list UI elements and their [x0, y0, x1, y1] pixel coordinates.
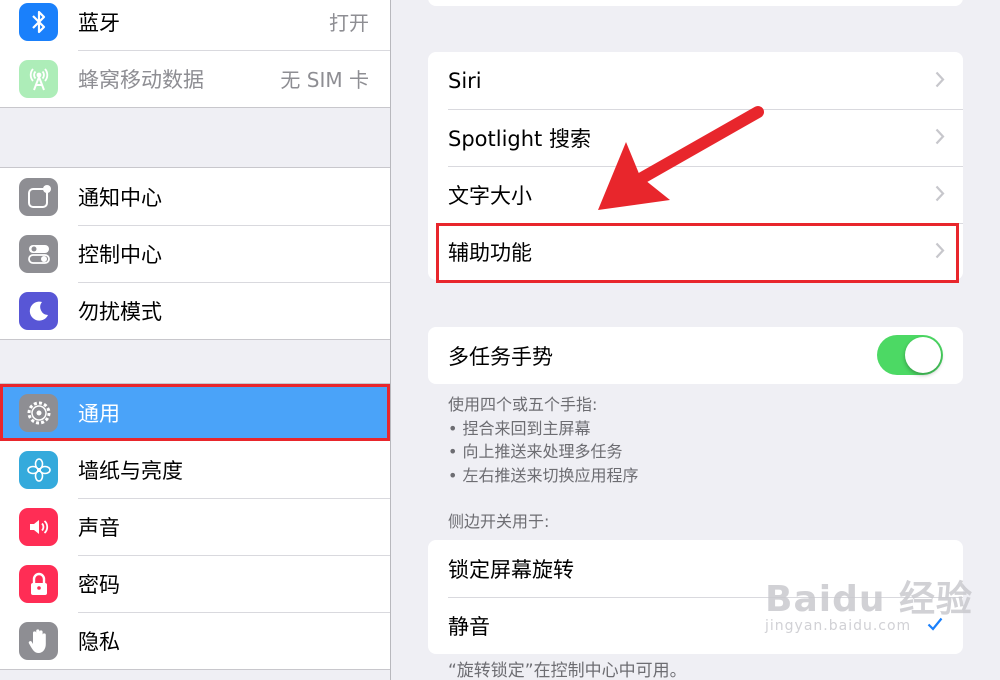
sidebar-item-wallpaper[interactable]: 墙纸与亮度 — [0, 441, 390, 498]
row-label: 多任务手势 — [448, 344, 553, 369]
multitasking-toggle[interactable] — [877, 335, 943, 375]
sidebar-item-general[interactable]: 通用 — [0, 384, 390, 441]
row-label: 辅助功能 — [448, 240, 532, 265]
rotation-lock-note: “旋转锁定”在控制中心中可用。 — [448, 661, 687, 680]
speaker-icon — [19, 508, 58, 546]
hand-icon — [19, 622, 58, 660]
sidebar-group-connectivity: 蓝牙 打开 蜂窝移动数据 无 SIM 卡 — [0, 0, 390, 108]
sidebar-item-label: 控制中心 — [78, 242, 162, 267]
cellular-status: 无 SIM 卡 — [280, 68, 369, 92]
baidu-watermark: Baidu 经验 jingyan.baidu.com — [765, 570, 973, 634]
note-line: • 左右推送来切换应用程序 — [448, 465, 639, 485]
chevron-right-icon — [935, 128, 945, 145]
row-label: Spotlight 搜索 — [448, 126, 591, 151]
sidebar-item-label: 蓝牙 — [78, 10, 120, 35]
row-multitasking-gestures: 多任务手势 — [428, 327, 963, 384]
sidebar-item-cellular[interactable]: 蜂窝移动数据 无 SIM 卡 — [0, 50, 390, 107]
cellular-icon — [19, 60, 58, 98]
row-label: 静音 — [448, 614, 490, 639]
sidebar-item-label: 隐私 — [78, 629, 120, 654]
notification-center-icon — [19, 178, 58, 216]
control-center-icon — [19, 235, 58, 273]
detail-group-multitasking: 多任务手势 — [428, 327, 963, 384]
toggle-knob — [905, 337, 941, 373]
sidebar-item-do-not-disturb[interactable]: 勿扰模式 — [0, 282, 390, 339]
watermark-main: Baidu 经验 — [765, 579, 974, 620]
sidebar-item-label: 蜂窝移动数据 — [78, 67, 204, 92]
row-label: Siri — [448, 68, 482, 93]
chevron-right-icon — [935, 71, 945, 88]
moon-icon — [19, 292, 58, 330]
sidebar-item-bluetooth[interactable]: 蓝牙 打开 — [0, 0, 390, 50]
sidebar-item-notification-center[interactable]: 通知中心 — [0, 168, 390, 225]
note-line: 使用四个或五个手指: — [448, 395, 598, 414]
note-line: • 向上推送来处理多任务 — [448, 442, 623, 461]
sidebar-item-privacy[interactable]: 隐私 — [0, 612, 390, 669]
gear-icon — [19, 394, 58, 432]
bluetooth-status: 打开 — [329, 11, 369, 35]
multitasking-note: 使用四个或五个手指: • 捏合来回到主屏幕 • 向上推送来处理多任务 • 左右推… — [448, 393, 639, 487]
sidebar-item-label: 声音 — [78, 515, 120, 540]
chevron-right-icon — [935, 242, 945, 259]
wallpaper-icon — [19, 451, 58, 489]
lock-icon — [19, 565, 58, 603]
sidebar-item-label: 通用 — [78, 401, 120, 426]
sidebar-item-label: 墙纸与亮度 — [78, 458, 183, 483]
bluetooth-icon — [19, 3, 58, 41]
row-accessibility[interactable]: 辅助功能 — [428, 223, 963, 280]
red-arrow-annotation — [598, 106, 764, 210]
sidebar-group-notifications: 通知中心 控制中心 勿扰模式 — [0, 167, 390, 340]
sidebar-item-sounds[interactable]: 声音 — [0, 498, 390, 555]
chevron-right-icon — [935, 185, 945, 202]
row-label: 锁定屏幕旋转 — [448, 557, 574, 582]
settings-sidebar: 蓝牙 打开 蜂窝移动数据 无 SIM 卡 通知中心 控制中心 勿扰模式 通用 墙… — [0, 0, 391, 680]
sidebar-item-label: 勿扰模式 — [78, 299, 162, 324]
sidebar-item-passcode[interactable]: 密码 — [0, 555, 390, 612]
row-label: 文字大小 — [448, 183, 532, 208]
note-line: • 捏合来回到主屏幕 — [448, 418, 591, 438]
sidebar-item-label: 通知中心 — [78, 185, 162, 210]
sidebar-item-label: 密码 — [78, 572, 120, 597]
sidebar-group-general: 通用 墙纸与亮度 声音 密码 隐私 — [0, 383, 390, 670]
previous-group-card — [428, 0, 963, 6]
side-switch-header: 侧边开关用于: — [448, 512, 550, 531]
sidebar-item-control-center[interactable]: 控制中心 — [0, 225, 390, 282]
